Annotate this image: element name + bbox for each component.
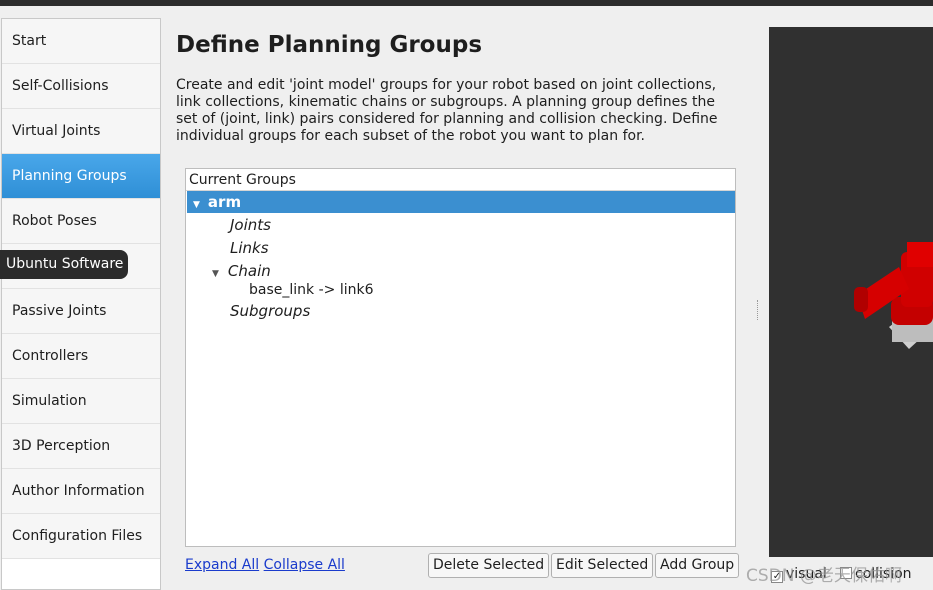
group-name: arm	[207, 193, 242, 211]
tree-header: Current Groups	[186, 169, 735, 191]
tree-row-chain-value[interactable]: base_link -> link6	[249, 282, 373, 298]
robot-3d-viewer[interactable]	[769, 27, 933, 557]
add-group-button[interactable]: Add Group	[655, 553, 740, 578]
robot-arm-model	[854, 242, 933, 349]
tree-row-group[interactable]: ▼ arm	[187, 191, 735, 213]
expand-collapse-links: Expand All Collapse All	[185, 557, 345, 573]
tree-row-links[interactable]: Links	[230, 239, 269, 257]
chain-label: Chain	[227, 262, 271, 280]
sidebar-item-robot-poses[interactable]: Robot Poses	[2, 199, 160, 244]
delete-selected-button[interactable]: Delete Selected	[428, 553, 550, 578]
sidebar-item-virtual-joints[interactable]: Virtual Joints	[2, 109, 160, 154]
sidebar-item-simulation[interactable]: Simulation	[2, 379, 160, 424]
robot-link	[854, 287, 868, 312]
window-top-bar	[0, 0, 933, 6]
sidebar-item-planning-groups[interactable]: Planning Groups	[2, 154, 160, 199]
splitter-handle[interactable]	[757, 300, 758, 320]
edit-selected-button[interactable]: Edit Selected	[551, 553, 654, 578]
sidebar-item-controllers[interactable]: Controllers	[2, 334, 160, 379]
sidebar-item-start[interactable]: Start	[2, 19, 160, 64]
tree-row-subgroups[interactable]: Subgroups	[230, 302, 310, 320]
sidebar: Start Self-Collisions Virtual Joints Pla…	[1, 18, 161, 590]
page-description: Create and edit 'joint model' groups for…	[176, 77, 718, 144]
sidebar-item-3d-perception[interactable]: 3D Perception	[2, 424, 160, 469]
tree-row-joints[interactable]: Joints	[230, 216, 271, 234]
sidebar-item-passive-joints[interactable]: Passive Joints	[2, 289, 160, 334]
expand-arrow-icon[interactable]: ▼	[193, 200, 200, 210]
groups-tree[interactable]: Current Groups ▼ arm Joints Links ▼ Chain …	[185, 168, 736, 547]
sidebar-item-author-information[interactable]: Author Information	[2, 469, 160, 514]
robot-link	[907, 242, 933, 267]
page-title: Define Planning Groups	[176, 32, 483, 58]
expand-all-link[interactable]: Expand All	[185, 557, 259, 573]
tooltip: Ubuntu Software	[0, 250, 128, 279]
sidebar-item-configuration-files[interactable]: Configuration Files	[2, 514, 160, 559]
expand-arrow-icon[interactable]: ▼	[212, 269, 219, 279]
sidebar-item-self-collisions[interactable]: Self-Collisions	[2, 64, 160, 109]
tree-row-chain[interactable]: ▼ Chain	[212, 262, 271, 280]
watermark: CSDN @老天保佑啊	[746, 566, 902, 586]
collapse-all-link[interactable]: Collapse All	[264, 557, 345, 573]
